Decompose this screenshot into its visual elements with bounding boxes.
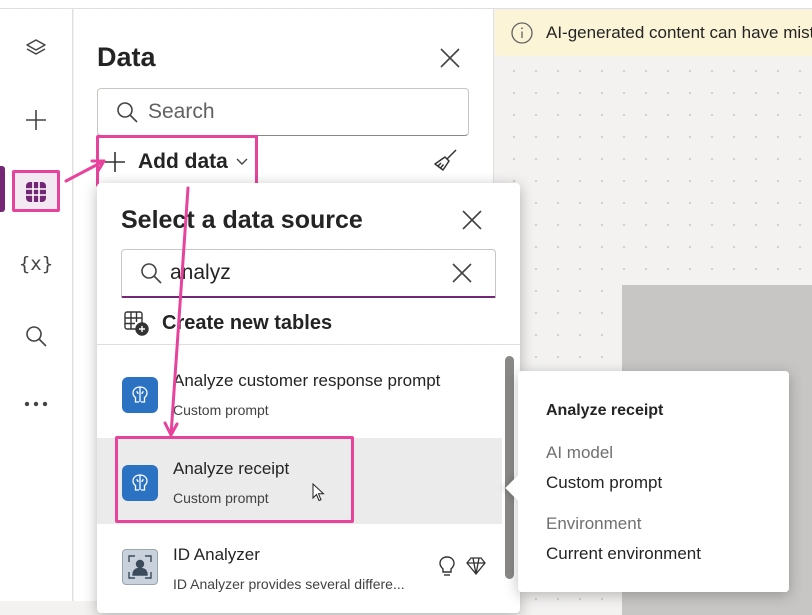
list-item[interactable]: Analyze customer response prompt Custom … bbox=[97, 350, 502, 436]
detail-type-value: Custom prompt bbox=[546, 473, 663, 492]
variables-button[interactable]: {x} bbox=[16, 244, 56, 284]
search-icon bbox=[25, 325, 47, 347]
scrollbar-thumb[interactable] bbox=[505, 356, 514, 579]
data-search-input[interactable]: Search bbox=[97, 88, 469, 136]
source-search-value: analyz bbox=[170, 261, 231, 284]
select-data-source-panel: Select a data source analyz Create new t… bbox=[97, 183, 520, 613]
more-icon bbox=[24, 401, 48, 407]
ai-brain-icon bbox=[122, 377, 158, 413]
info-icon bbox=[511, 22, 533, 44]
source-search-input[interactable]: analyz bbox=[121, 249, 496, 298]
close-icon bbox=[462, 210, 482, 230]
left-rail: {x} bbox=[0, 0, 73, 601]
clear-search-button[interactable] bbox=[452, 263, 472, 283]
premium-diamond-icon bbox=[466, 557, 486, 575]
detail-env-label: Environment bbox=[546, 514, 642, 533]
insert-button[interactable] bbox=[16, 100, 56, 140]
item-title: ID Analyzer bbox=[173, 545, 260, 564]
layers-icon bbox=[24, 36, 48, 60]
item-title: Analyze customer response prompt bbox=[173, 371, 441, 390]
search-icon bbox=[116, 101, 138, 123]
item-subtitle: Custom prompt bbox=[173, 402, 269, 418]
id-card-icon bbox=[122, 549, 158, 585]
search-rail-button[interactable] bbox=[16, 316, 56, 356]
search-icon bbox=[140, 262, 162, 284]
close-icon bbox=[440, 48, 460, 68]
app-top-edge bbox=[0, 0, 812, 9]
selected-item-highlight bbox=[115, 436, 354, 523]
item-subtitle: ID Analyzer provides several differe... bbox=[173, 576, 405, 592]
data-panel-close-button[interactable] bbox=[436, 44, 464, 72]
variables-icon: {x} bbox=[18, 253, 54, 275]
lightbulb-icon bbox=[438, 556, 456, 578]
source-panel-title: Select a data source bbox=[121, 206, 363, 234]
plus-icon bbox=[24, 108, 48, 132]
data-panel-title: Data bbox=[97, 42, 156, 72]
more-button[interactable] bbox=[16, 384, 56, 424]
active-indicator bbox=[0, 166, 5, 212]
detail-env-value: Current environment bbox=[546, 544, 701, 563]
detail-type-label: AI model bbox=[546, 443, 614, 462]
data-search-placeholder: Search bbox=[148, 100, 215, 123]
table-add-icon bbox=[123, 310, 149, 336]
detail-title: Analyze receipt bbox=[546, 402, 664, 419]
tree-view-button[interactable] bbox=[16, 28, 56, 68]
add-data-highlight bbox=[96, 135, 258, 187]
create-new-tables-button[interactable]: Create new tables bbox=[123, 307, 332, 339]
list-item[interactable]: ID Analyzer ID Analyzer provides several… bbox=[97, 526, 502, 612]
banner-text: AI-generated content can have mistakes. bbox=[546, 23, 812, 42]
ai-disclaimer-banner: AI-generated content can have mistakes. bbox=[495, 10, 812, 56]
clean-data-button[interactable] bbox=[430, 146, 460, 176]
source-panel-close-button[interactable] bbox=[459, 207, 485, 233]
data-button-highlight bbox=[12, 170, 60, 212]
divider bbox=[97, 344, 520, 345]
close-icon bbox=[452, 263, 472, 283]
create-new-tables-label: Create new tables bbox=[162, 311, 333, 334]
broom-icon bbox=[432, 148, 458, 174]
data-source-detail-card: Analyze receipt AI model Custom prompt E… bbox=[505, 371, 789, 592]
